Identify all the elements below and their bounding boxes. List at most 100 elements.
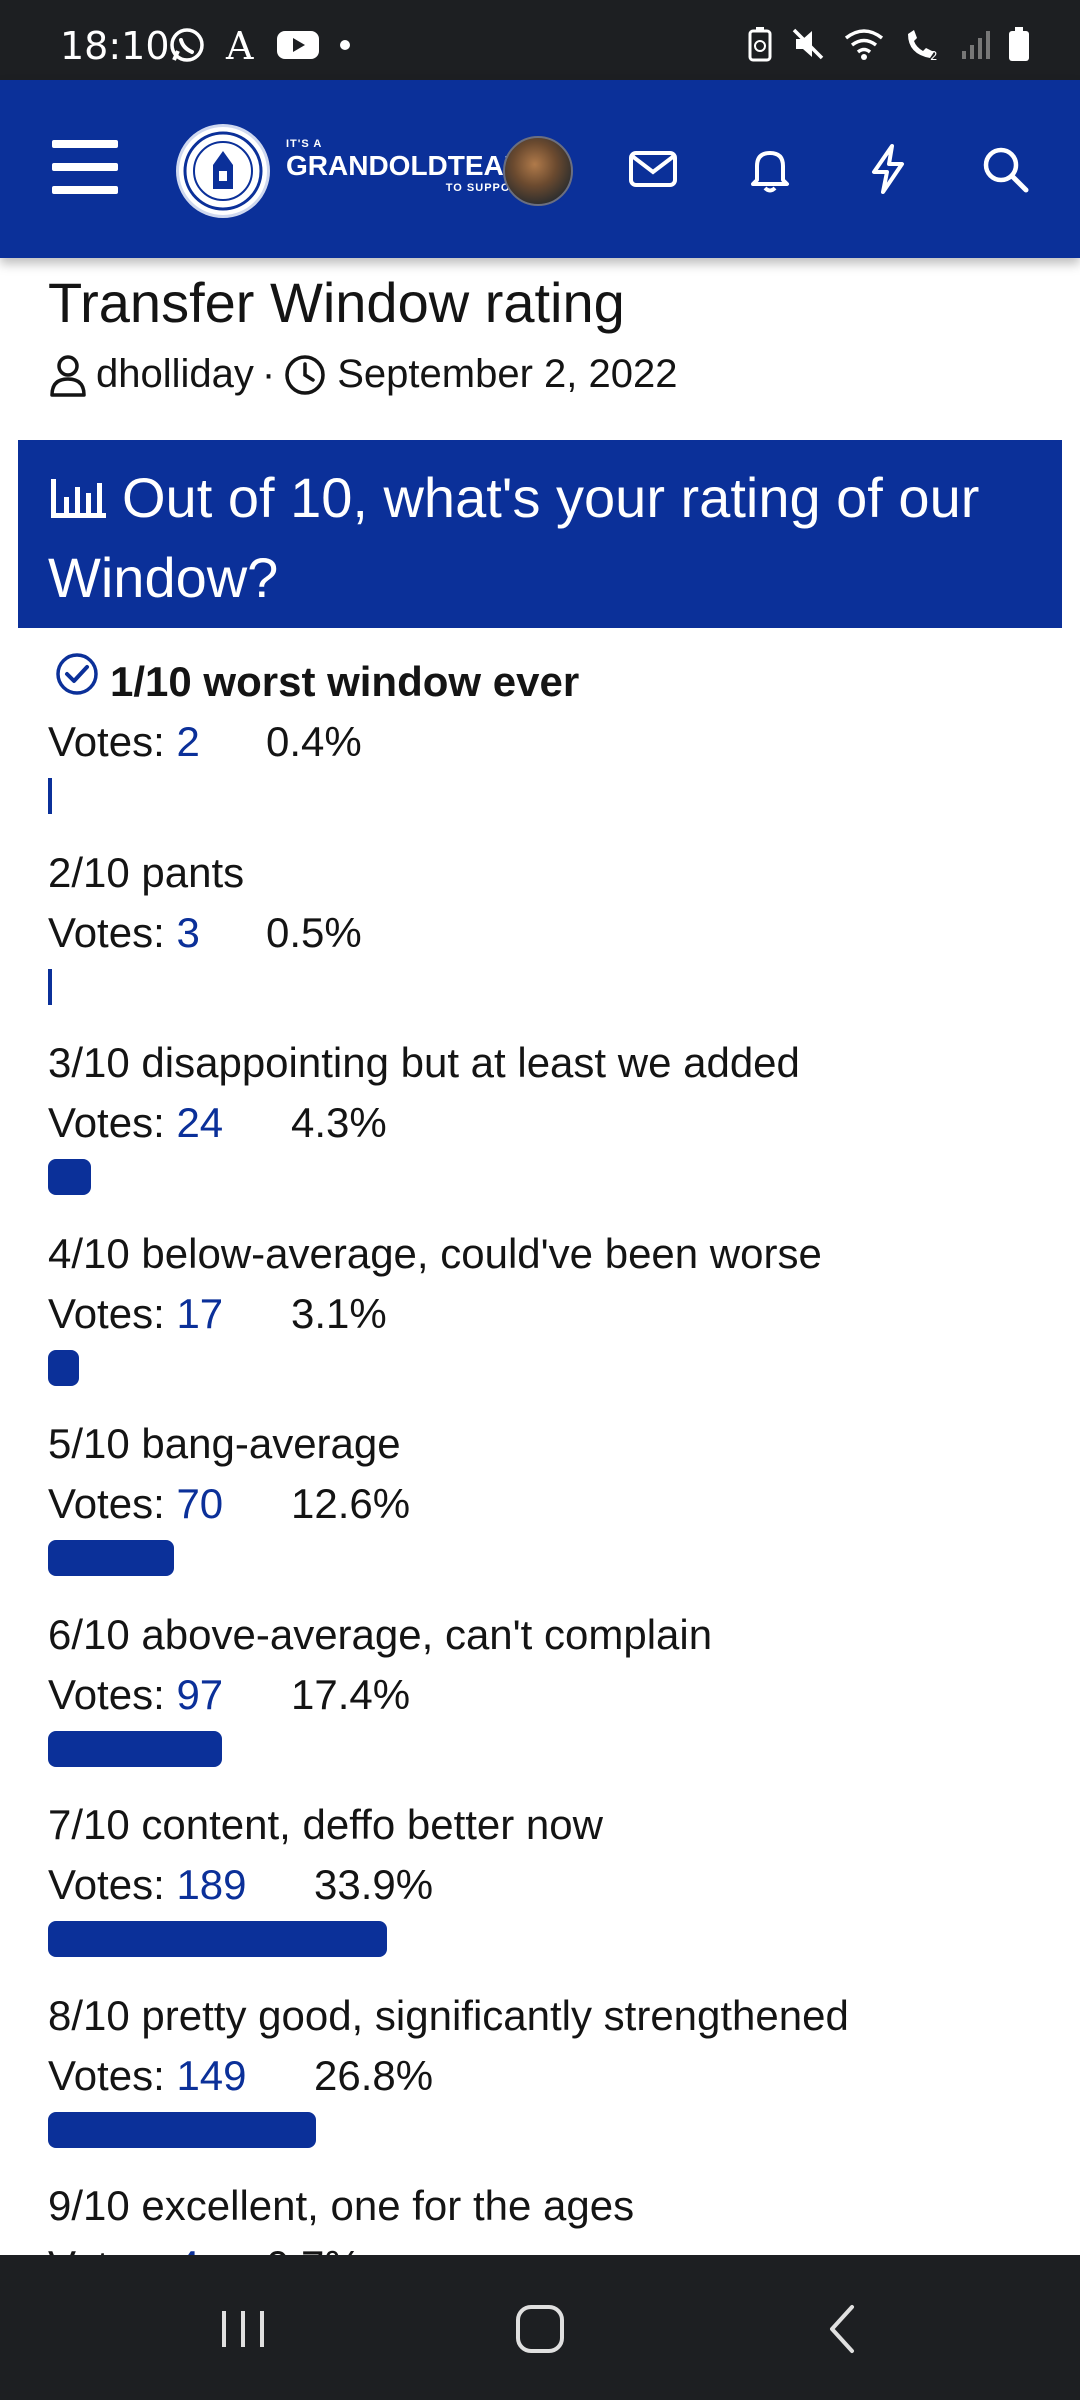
battery-saver-icon <box>748 26 772 62</box>
poll-option[interactable]: 4/10 below-average, could've been worse V… <box>48 1224 1048 1415</box>
votes-count[interactable]: 24 <box>176 1099 223 1146</box>
thread-author[interactable]: dholliday <box>96 352 254 397</box>
poll-option-votes: Votes: 97 17.4% <box>48 1665 1048 1725</box>
user-avatar[interactable] <box>503 136 573 206</box>
signal-icon <box>960 27 990 61</box>
poll-option-label: 1/10 worst window ever <box>48 652 1048 712</box>
mute-icon <box>790 26 826 62</box>
poll-option-text: 9/10 excellent, one for the ages <box>48 2182 635 2229</box>
votes-count[interactable]: 189 <box>176 1861 246 1908</box>
votes-count[interactable]: 3 <box>176 909 199 956</box>
back-icon[interactable] <box>808 2297 878 2361</box>
poll-option[interactable]: 3/10 disappointing but at least we added… <box>48 1033 1048 1224</box>
votes-percent: 4.3% <box>291 1099 387 1146</box>
poll-option[interactable]: 6/10 above-average, can't complain Votes:… <box>48 1605 1048 1796</box>
poll-option-text: 4/10 below-average, could've been worse <box>48 1229 822 1277</box>
votes-percent: 12.6% <box>291 1480 411 1527</box>
poll-option[interactable]: 7/10 content, deffo better now Votes: 189… <box>48 1795 1048 1986</box>
poll-option-votes: Votes: 17 3.1% <box>48 1284 1048 1344</box>
poll-option-label: 7/10 content, deffo better now <box>48 1795 1048 1855</box>
poll-option[interactable]: 5/10 bang-average Votes: 70 12.6% <box>48 1414 1048 1605</box>
status-time: 18:10 <box>60 24 170 68</box>
wifi-call-icon: 2 <box>902 26 942 62</box>
poll-option-label: 5/10 bang-average <box>48 1414 1048 1474</box>
poll-option-text: 3/10 disappointing but at least we added <box>48 1039 800 1086</box>
thread-content: Transfer Window rating dholliday · Septe… <box>0 258 1080 2255</box>
votes-count[interactable]: 97 <box>176 1671 223 1718</box>
votes-percent: 0.5% <box>266 908 362 956</box>
poll-bar-track <box>48 968 1048 1005</box>
votes-count[interactable]: 2 <box>176 718 199 765</box>
lightning-icon[interactable] <box>861 142 915 196</box>
votes-count[interactable]: 17 <box>176 1290 223 1337</box>
poll-bar-fill <box>48 778 52 814</box>
poll-option[interactable]: 9/10 excellent, one for the ages Votes: 4… <box>48 2176 1048 2255</box>
poll-option-text: 6/10 above-average, can't complain <box>48 1610 713 1658</box>
poll-option-text: 1/10 worst window ever <box>110 658 580 705</box>
poll-option[interactable]: 1/10 worst window ever Votes: 2 0.4% <box>48 652 1048 843</box>
youtube-icon <box>276 28 320 62</box>
bell-icon[interactable] <box>743 142 797 196</box>
poll-bar-fill <box>48 1159 91 1195</box>
menu-icon[interactable] <box>52 140 118 196</box>
poll-option[interactable]: 2/10 pants Votes: 3 0.5% <box>48 843 1048 1034</box>
poll-option-votes: Votes: 70 12.6% <box>48 1474 1048 1534</box>
votes-label: Votes: <box>48 1099 165 1146</box>
votes-label: Votes: <box>48 2242 165 2255</box>
site-logo-crest[interactable] <box>176 124 270 218</box>
logo-tagline-top: IT'S A <box>286 138 323 150</box>
svg-text:A: A <box>225 26 254 64</box>
poll-options: 1/10 worst window ever Votes: 2 0.4% 2/10 p… <box>48 652 1048 2255</box>
votes-percent: 3.1% <box>291 1289 387 1337</box>
inbox-icon[interactable] <box>626 142 680 196</box>
votes-count[interactable]: 70 <box>176 1480 223 1527</box>
whatsapp-icon <box>168 26 206 64</box>
bar-chart-icon <box>48 464 108 540</box>
votes-label: Votes: <box>48 1861 165 1908</box>
votes-percent: 0.4% <box>266 718 362 765</box>
poll-bar-fill <box>48 1921 387 1957</box>
recents-icon[interactable] <box>208 2297 278 2361</box>
poll-bar-track <box>48 1159 1048 1195</box>
poll-bar-track <box>48 1921 1048 1957</box>
poll-option-label: 9/10 excellent, one for the ages <box>48 2176 1048 2236</box>
site-logo-text[interactable]: IT'S A GRANDOLDTEAM TO SUPPORT <box>286 138 527 194</box>
poll-option-text: 5/10 bang-average <box>48 1420 401 1467</box>
status-bar: 18:10 A 2 <box>0 0 1080 80</box>
poll-option-label: 8/10 pretty good, significantly strength… <box>48 1986 1048 2046</box>
votes-label: Votes: <box>48 1670 165 1718</box>
wifi-icon <box>844 26 884 62</box>
poll-bar-track <box>48 1349 1048 1386</box>
poll-option-votes: Votes: 189 33.9% <box>48 1855 1048 1915</box>
logo-name: GRANDOLDTEAM <box>286 150 528 181</box>
thread-meta: dholliday · September 2, 2022 <box>48 352 677 397</box>
poll-option-label: 2/10 pants <box>48 843 1048 903</box>
user-icon <box>48 353 88 397</box>
votes-count[interactable]: 149 <box>176 2052 246 2099</box>
votes-label: Votes: <box>48 718 165 765</box>
votes-label: Votes: <box>48 1289 165 1337</box>
votes-label: Votes: <box>48 908 165 956</box>
home-icon[interactable] <box>505 2297 575 2361</box>
thread-date[interactable]: September 2, 2022 <box>337 352 677 397</box>
system-nav-bar <box>0 2255 1080 2400</box>
poll-option[interactable]: 8/10 pretty good, significantly strength… <box>48 1986 1048 2177</box>
poll-option-label: 4/10 below-average, could've been worse <box>48 1224 1048 1284</box>
battery-icon <box>1008 26 1030 62</box>
votes-count[interactable]: 4 <box>176 2242 199 2255</box>
logo-tagline-bottom: TO SUPPORT <box>445 182 528 194</box>
poll-bar-fill <box>48 968 52 1005</box>
votes-percent: 26.8% <box>314 2051 434 2099</box>
votes-label: Votes: <box>48 1480 165 1527</box>
poll-header: Out of 10, what's your rating of our Win… <box>18 440 1062 628</box>
poll-question-block: Out of 10, what's your rating of our Win… <box>48 460 1028 616</box>
poll-bar-fill <box>48 1349 79 1386</box>
poll-option-votes: Votes: 4 0.7% <box>48 2236 1048 2255</box>
search-icon[interactable] <box>978 142 1032 196</box>
votes-percent: 33.9% <box>314 1861 434 1908</box>
poll-option-label: 6/10 above-average, can't complain <box>48 1605 1048 1665</box>
poll-bar-track <box>48 1730 1048 1767</box>
poll-option-text: 2/10 pants <box>48 848 245 896</box>
poll-option-votes: Votes: 24 4.3% <box>48 1093 1048 1153</box>
svg-text:2: 2 <box>930 49 938 62</box>
